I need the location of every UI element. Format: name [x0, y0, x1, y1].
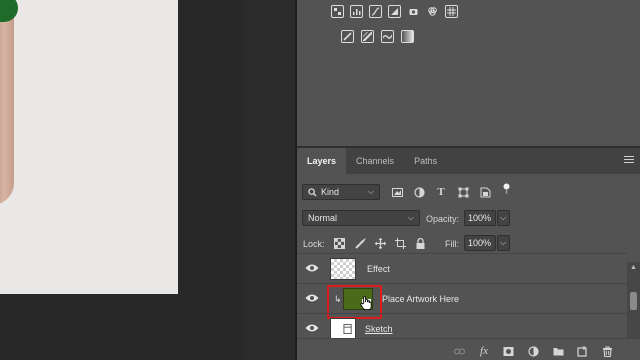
lock-image-pixels-icon[interactable]	[354, 237, 366, 249]
search-icon	[308, 187, 317, 197]
layers-scrollbar[interactable]: ▲	[627, 262, 640, 338]
layer-name: Sketch	[365, 324, 393, 334]
layers-bottom-toolbar: fx	[297, 338, 640, 360]
layer-effects-icon[interactable]: fx	[478, 345, 490, 357]
smart-object-filter-icon[interactable]	[479, 186, 491, 198]
layer-row-effect[interactable]: Effect	[297, 253, 627, 283]
photo-leaf-detail	[0, 0, 18, 22]
lock-all-icon[interactable]	[414, 237, 426, 249]
chevron-down-icon: ⌵	[500, 238, 507, 247]
lock-transparent-pixels-icon[interactable]	[333, 237, 345, 249]
visibility-eye-icon[interactable]	[305, 293, 319, 303]
layer-row-sketch[interactable]: Sketch	[297, 313, 627, 338]
opacity-input[interactable]: 100%	[464, 210, 496, 226]
layer-thumbnail	[330, 318, 356, 338]
layers-panel: Layers Channels Paths Kind ⌵ T Normal ⌵ …	[297, 146, 640, 360]
adjustments-row-1	[331, 5, 458, 18]
sketch-preview-icon	[343, 324, 352, 334]
filter-kind-label: Kind	[321, 187, 340, 197]
type-layer-filter-icon[interactable]: T	[435, 186, 447, 198]
curves-icon[interactable]	[369, 5, 382, 18]
blend-mode-value: Normal	[308, 213, 338, 223]
filter-toggle-icon[interactable]	[500, 182, 512, 194]
layer-row-place-artwork[interactable]: ↳ Place Artwork Here	[297, 283, 627, 319]
new-layer-icon[interactable]	[576, 345, 588, 357]
lock-label: Lock:	[303, 239, 325, 249]
color-lookup-grid-icon[interactable]	[445, 5, 458, 18]
tab-layers[interactable]: Layers	[297, 148, 347, 174]
pixel-layer-filter-icon[interactable]	[391, 186, 403, 198]
new-group-icon[interactable]	[552, 345, 564, 357]
layer-thumbnail	[330, 258, 356, 280]
camera-raw-icon[interactable]	[407, 5, 420, 18]
invert-icon[interactable]	[341, 30, 354, 43]
lock-artboard-icon[interactable]	[394, 237, 406, 249]
delete-layer-icon[interactable]	[601, 345, 613, 357]
visibility-eye-icon[interactable]	[305, 323, 319, 333]
link-layers-icon[interactable]	[453, 345, 465, 357]
opacity-value: 100%	[468, 213, 492, 223]
chevron-down-icon: ⌵	[407, 213, 414, 222]
exposure-icon[interactable]	[388, 5, 401, 18]
fill-label: Fill:	[445, 239, 459, 249]
layer-name: Place Artwork Here	[382, 294, 460, 304]
panel-tabs: Layers Channels Paths	[297, 148, 640, 174]
visibility-eye-icon[interactable]	[305, 263, 319, 273]
adjustments-panel	[297, 0, 640, 146]
document-canvas[interactable]	[0, 0, 178, 294]
threshold-icon[interactable]	[381, 30, 394, 43]
adjustment-layer-filter-icon[interactable]	[413, 186, 425, 198]
document-canvas-area[interactable]	[0, 0, 244, 360]
levels-icon[interactable]	[350, 5, 363, 18]
opacity-dropdown[interactable]: ⌵	[497, 210, 510, 226]
scroll-thumb[interactable]	[630, 292, 637, 310]
tab-paths[interactable]: Paths	[404, 148, 447, 174]
hue-saturation-icon[interactable]	[426, 5, 439, 18]
layer-name: Effect	[367, 264, 390, 274]
lock-position-icon[interactable]	[374, 237, 386, 249]
opacity-label: Opacity:	[426, 214, 460, 224]
new-adjustment-layer-icon[interactable]	[527, 345, 539, 357]
filter-kind-select[interactable]: Kind ⌵	[302, 184, 380, 200]
fill-dropdown[interactable]: ⌵	[497, 235, 510, 251]
hand-cursor-icon	[360, 296, 372, 310]
chevron-down-icon: ⌵	[367, 187, 374, 196]
adjustments-row-2	[341, 30, 414, 43]
brightness-contrast-icon[interactable]	[331, 5, 344, 18]
fill-value: 100%	[468, 238, 492, 248]
tab-channels[interactable]: Channels	[346, 148, 404, 174]
gradient-map-icon[interactable]	[401, 30, 414, 43]
blend-mode-select[interactable]: Normal ⌵	[302, 210, 420, 226]
posterize-icon[interactable]	[361, 30, 374, 43]
photo-subject-shoulder	[0, 0, 14, 205]
fill-input[interactable]: 100%	[464, 235, 496, 251]
panel-gutter	[244, 0, 296, 360]
panel-menu-icon[interactable]	[624, 156, 634, 164]
chevron-down-icon: ⌵	[500, 213, 507, 222]
add-mask-icon[interactable]	[502, 345, 514, 357]
shape-layer-filter-icon[interactable]	[457, 186, 469, 198]
scroll-up-icon[interactable]: ▲	[630, 264, 637, 271]
